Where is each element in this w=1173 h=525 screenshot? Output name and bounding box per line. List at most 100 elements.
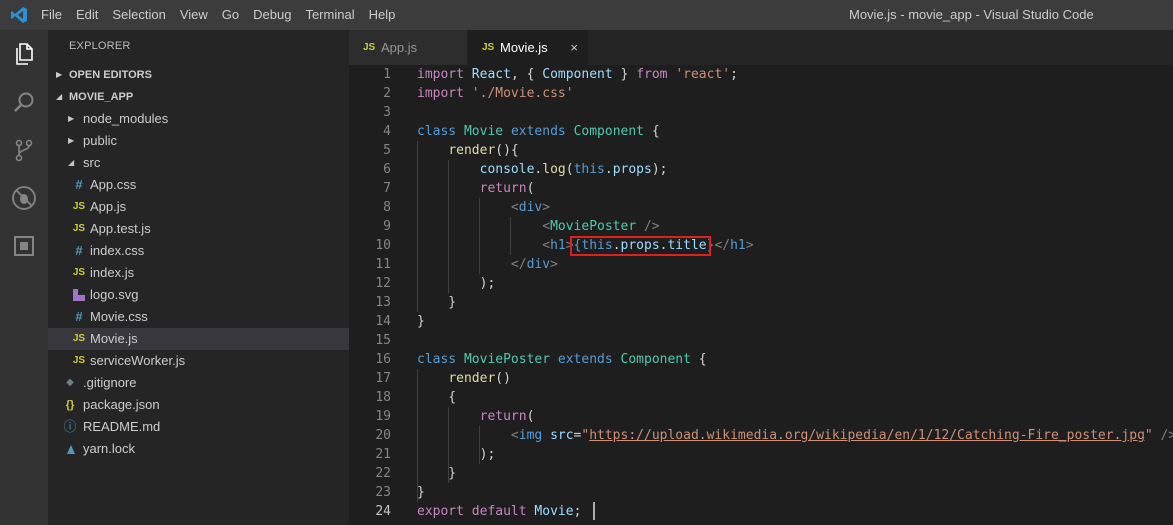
line-number: 8 bbox=[383, 200, 391, 215]
tree-item-logo-svg[interactable]: logo.svg bbox=[48, 284, 349, 306]
menu-debug[interactable]: Debug bbox=[246, 0, 298, 30]
code-text: import './Movie.css' bbox=[417, 86, 574, 101]
code-line-4: 4 class Movie extends Component { bbox=[349, 122, 1173, 141]
project-section[interactable]: ◢ MOVIE_APP bbox=[48, 86, 349, 108]
tree-item-label: src bbox=[83, 155, 101, 170]
project-label: MOVIE_APP bbox=[69, 91, 134, 103]
tree-item-label: .gitignore bbox=[83, 375, 137, 390]
code-line-8: 8 <div> bbox=[349, 198, 1173, 217]
code-line-7: 7 return( bbox=[349, 179, 1173, 198]
code-line-9: 9 <MoviePoster /> bbox=[349, 217, 1173, 236]
open-editors-label: OPEN EDITORS bbox=[69, 69, 152, 81]
tab-app-js[interactable]: JS App.js bbox=[349, 30, 467, 65]
tree-item-app-test-js[interactable]: JS App.test.js bbox=[48, 218, 349, 240]
js-file-icon: JS bbox=[363, 42, 376, 53]
close-icon[interactable]: × bbox=[570, 30, 578, 65]
red-highlight-box bbox=[570, 236, 711, 256]
line-number: 9 bbox=[383, 219, 391, 234]
tree-item-app-js[interactable]: JS App.js bbox=[48, 196, 349, 218]
line-number: 18 bbox=[375, 390, 391, 405]
tree-item-label: package.json bbox=[83, 397, 160, 412]
yarn-file-icon bbox=[67, 445, 75, 454]
line-number: 5 bbox=[383, 143, 391, 158]
tab-movie-js[interactable]: JS Movie.js × bbox=[468, 30, 588, 65]
search-icon[interactable] bbox=[0, 78, 48, 126]
info-file-icon: ⓘ bbox=[63, 419, 77, 434]
chevron-down-icon: ◢ bbox=[68, 158, 75, 167]
tree-item-node-modules[interactable]: ▶ node_modules bbox=[48, 108, 349, 130]
menu-file[interactable]: File bbox=[34, 0, 69, 30]
code-line-11: 11 </div> bbox=[349, 255, 1173, 274]
line-number: 17 bbox=[375, 371, 391, 386]
line-number: 20 bbox=[375, 428, 391, 443]
menu-selection[interactable]: Selection bbox=[105, 0, 172, 30]
tree-item-yarn-lock[interactable]: yarn.lock bbox=[48, 438, 349, 460]
tree-item-public[interactable]: ▶ public bbox=[48, 130, 349, 152]
chevron-right-icon: ▶ bbox=[68, 114, 75, 123]
tree-item-app-css[interactable]: # App.css bbox=[48, 174, 349, 196]
code-line-14: 14} bbox=[349, 312, 1173, 331]
tree-item-package-json[interactable]: {} package.json bbox=[48, 394, 349, 416]
css-file-icon: # bbox=[75, 243, 83, 258]
line-number: 13 bbox=[375, 295, 391, 310]
tree-item-index-js[interactable]: JS index.js bbox=[48, 262, 349, 284]
code-text: <div> bbox=[510, 200, 551, 215]
source-control-icon[interactable] bbox=[0, 126, 48, 174]
tree-item-label: public bbox=[83, 133, 117, 148]
tree-item-label: yarn.lock bbox=[83, 441, 136, 456]
tree-item-serviceworker-js[interactable]: JS serviceWorker.js bbox=[48, 350, 349, 372]
line-number: 22 bbox=[375, 466, 391, 481]
js-file-icon: JS bbox=[72, 267, 86, 278]
tree-item-label: App.css bbox=[90, 177, 137, 192]
debug-icon[interactable] bbox=[0, 174, 48, 222]
code-text: class Movie extends Component { bbox=[417, 124, 660, 139]
tree-item-index-css[interactable]: # index.css bbox=[48, 240, 349, 262]
tab-label: App.js bbox=[381, 40, 418, 55]
code-line-10: 10 <h1>{this.props.title}</h1> bbox=[349, 236, 1173, 255]
menu-help[interactable]: Help bbox=[362, 0, 403, 30]
code-text: ); bbox=[417, 276, 496, 291]
code-text: ); bbox=[417, 447, 496, 462]
line-number: 11 bbox=[375, 257, 391, 272]
line-number: 1 bbox=[383, 67, 391, 82]
code-text: return( bbox=[479, 409, 535, 424]
tree-item-label: index.js bbox=[90, 265, 135, 280]
tree-item-label: index.css bbox=[90, 243, 145, 258]
code-line-3: 3 bbox=[349, 103, 1173, 122]
open-editors-section[interactable]: ▶ OPEN EDITORS bbox=[48, 64, 349, 86]
tree-item-label: App.test.js bbox=[90, 221, 151, 236]
line-number: 14 bbox=[375, 314, 391, 329]
line-number: 10 bbox=[375, 238, 391, 253]
line-number: 15 bbox=[375, 333, 391, 348]
tree-item-label: serviceWorker.js bbox=[90, 353, 186, 368]
line-number: 21 bbox=[375, 447, 391, 462]
tree-item-gitignore[interactable]: ◆ .gitignore bbox=[48, 372, 349, 394]
tree-item-movie-css[interactable]: # Movie.css bbox=[48, 306, 349, 328]
code-line-2: 2 import './Movie.css' bbox=[349, 84, 1173, 103]
git-file-icon: ◆ bbox=[66, 377, 74, 388]
tree-item-readme-md[interactable]: ⓘ README.md bbox=[48, 416, 349, 438]
explorer-icon[interactable] bbox=[0, 30, 48, 78]
code-line-6: 6 console.log(this.props); bbox=[349, 160, 1173, 179]
tree-item-label: App.js bbox=[90, 199, 127, 214]
menu-view[interactable]: View bbox=[173, 0, 215, 30]
explorer-header: EXPLORER bbox=[69, 40, 131, 52]
tree-item-src[interactable]: ◢ src bbox=[48, 152, 349, 174]
menu-edit[interactable]: Edit bbox=[69, 0, 105, 30]
tree-item-movie-js[interactable]: JS Movie.js bbox=[48, 328, 349, 350]
extensions-icon[interactable] bbox=[0, 222, 48, 270]
tree-item-label: Movie.js bbox=[90, 331, 138, 346]
tree-item-label: logo.svg bbox=[90, 287, 139, 302]
menu-go[interactable]: Go bbox=[215, 0, 246, 30]
menu-terminal[interactable]: Terminal bbox=[298, 0, 361, 30]
code-text: console.log(this.props); bbox=[479, 162, 668, 177]
code-text: render() bbox=[448, 371, 511, 386]
js-file-icon: JS bbox=[72, 223, 86, 234]
line-number: 3 bbox=[383, 105, 391, 120]
code-line-12: 12 ); bbox=[349, 274, 1173, 293]
menu-bar: File Edit Selection View Go Debug Termin… bbox=[34, 0, 402, 30]
code-line-13: 13 } bbox=[349, 293, 1173, 312]
js-file-icon: JS bbox=[72, 201, 86, 212]
tree-item-label: Movie.css bbox=[90, 309, 148, 324]
code-editor[interactable]: 1 import React, { Component } from 'react… bbox=[349, 65, 1173, 525]
